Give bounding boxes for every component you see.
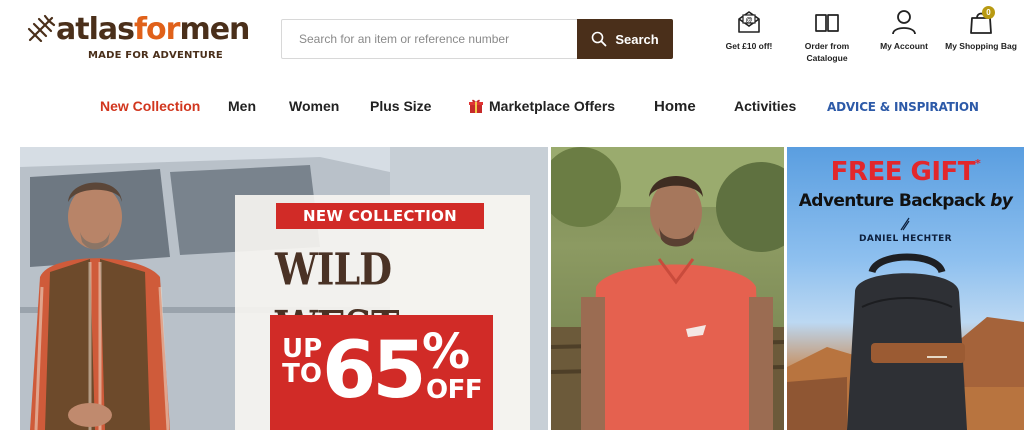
pine-branch-icon <box>27 14 56 42</box>
main-navigation: New Collection Men Women Plus Size Marke… <box>0 90 1024 126</box>
free-gift-banner[interactable]: FREE GIFT* Adventure Backpack by DANIEL … <box>787 147 1024 430</box>
shopping-bag-link[interactable]: 0 My Shopping Bag <box>944 6 1018 52</box>
nav-item-marketplace-offers[interactable]: Marketplace Offers <box>468 98 615 114</box>
discount-box: UP TO 65 % OFF <box>270 315 493 430</box>
gift-brand: DANIEL HECHTER <box>859 234 952 244</box>
util-label-account: My Account <box>880 41 928 51</box>
svg-text:@: @ <box>746 17 753 24</box>
search-input[interactable] <box>282 20 576 58</box>
promo-tag: NEW COLLECTION <box>276 203 484 229</box>
my-account-link[interactable]: My Account <box>874 8 934 52</box>
util-label-catalogue: Order from Catalogue <box>804 41 850 63</box>
util-label-bag: My Shopping Bag <box>945 41 1017 51</box>
nav-item-advice-inspiration[interactable]: ADVICE & INSPIRATION <box>827 100 979 114</box>
nav-item-activities[interactable]: Activities <box>734 98 796 114</box>
search-icon <box>592 31 607 47</box>
promo-panel: NEW COLLECTION WILD WEST UPTO 65 % OFF <box>235 195 530 430</box>
nav-item-women[interactable]: Women <box>289 98 339 114</box>
discount-percent: 65 <box>322 326 427 416</box>
discount-upto: UP TO <box>282 334 323 389</box>
site-logo[interactable]: atlasformen MADE FOR ADVENTURE <box>26 12 250 66</box>
nav-item-new-collection[interactable]: New Collection <box>100 98 200 114</box>
site-header: atlasformen MADE FOR ADVENTURE Search @ … <box>0 0 1024 78</box>
logo-tagline: MADE FOR ADVENTURE <box>88 50 223 61</box>
get-10-off-link[interactable]: @ Get £10 off! <box>720 8 778 52</box>
bag-count-badge: 0 <box>982 6 995 19</box>
gift-subtitle: Adventure Backpack by <box>798 191 1013 211</box>
tshirt-man-photo <box>551 147 784 430</box>
nav-item-home[interactable]: Home <box>654 98 696 115</box>
brand-slash-icon <box>900 217 910 231</box>
tshirt-banner[interactable] <box>551 147 784 430</box>
discount-percent-sign: % <box>422 324 471 380</box>
logo-wordmark: atlasformen <box>56 12 250 47</box>
search-button-label: Search <box>615 31 659 47</box>
backpack-photo <box>787 253 1024 430</box>
user-icon <box>892 10 916 35</box>
order-catalogue-link[interactable]: Order from Catalogue <box>798 8 856 64</box>
email-offer-icon: @ <box>738 11 760 33</box>
discount-off: OFF <box>426 375 483 405</box>
nav-item-plus-size[interactable]: Plus Size <box>370 98 431 114</box>
util-label-offer: Get £10 off! <box>725 41 773 51</box>
search-bar: Search <box>281 19 673 59</box>
nav-item-marketplace-label: Marketplace Offers <box>489 98 616 114</box>
wild-west-promo-banner[interactable]: NEW COLLECTION WILD WEST UPTO 65 % OFF <box>20 147 548 430</box>
gift-icon <box>469 99 483 113</box>
nav-item-men[interactable]: Men <box>228 98 256 114</box>
search-button[interactable]: Search <box>577 19 673 59</box>
open-book-icon <box>815 14 839 32</box>
gift-title: FREE GIFT* <box>830 157 981 187</box>
